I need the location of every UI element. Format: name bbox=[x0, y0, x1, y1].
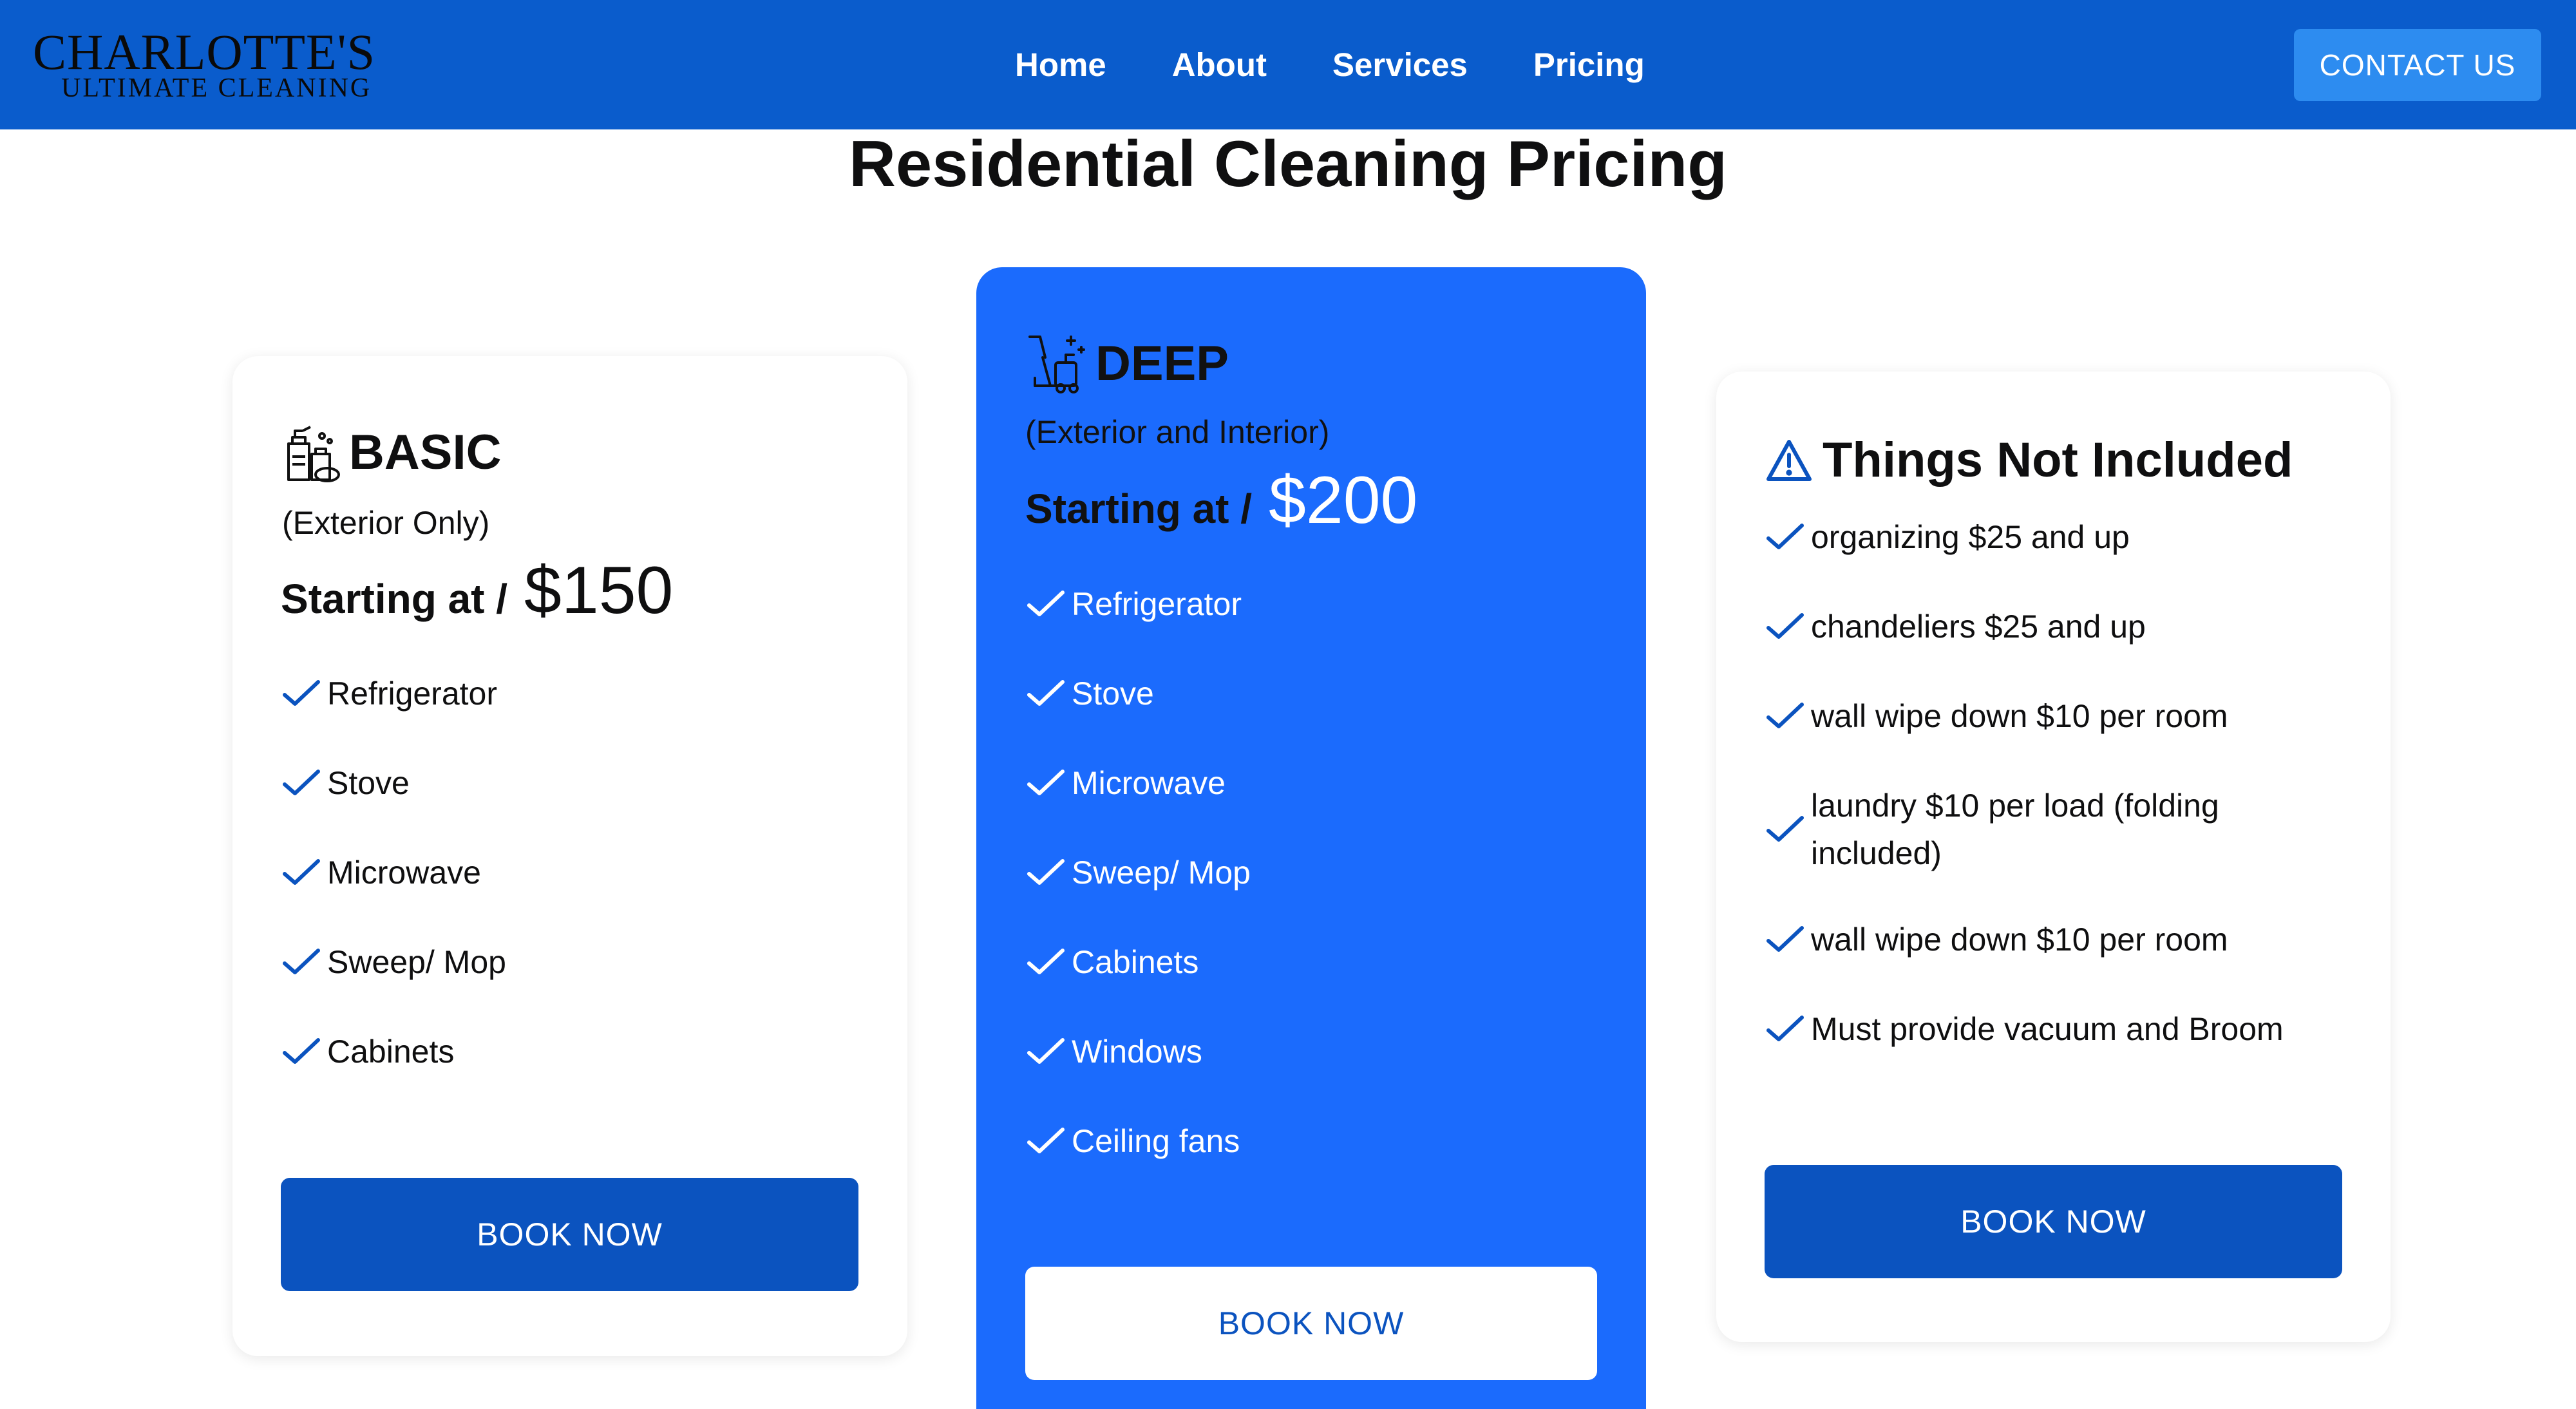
check-icon bbox=[283, 770, 320, 795]
check-icon bbox=[1766, 703, 1804, 728]
list-item: wall wipe down $10 per room bbox=[1765, 692, 2284, 740]
feature-item: Stove bbox=[281, 759, 506, 807]
deep-plan-name: DEEP bbox=[1095, 336, 1229, 391]
list-item: Must provide vacuum and Broom bbox=[1765, 1005, 2284, 1053]
feature-item: Stove bbox=[1025, 670, 1251, 717]
nav-pricing-link[interactable]: Pricing bbox=[1533, 46, 1645, 84]
feature-item: Ceiling fans bbox=[1025, 1117, 1251, 1165]
feature-label: Refrigerator bbox=[327, 676, 497, 712]
basic-price-label: Starting at / bbox=[281, 576, 508, 622]
check-icon bbox=[1766, 926, 1804, 952]
deep-price-row: Starting at / $200 bbox=[1025, 467, 1417, 534]
basic-card-header: BASIC bbox=[281, 421, 501, 485]
logo-title: CHARLOTTE'S bbox=[33, 24, 376, 80]
feature-item: Microwave bbox=[1025, 759, 1251, 807]
list-item: organizing $25 and up bbox=[1765, 513, 2284, 561]
feature-label: Ceiling fans bbox=[1072, 1123, 1240, 1159]
basic-price: $150 bbox=[524, 553, 674, 628]
page-title: Residential Cleaning Pricing bbox=[849, 128, 1727, 200]
nav-home-link[interactable]: Home bbox=[1015, 46, 1106, 84]
basic-book-now-button[interactable]: BOOK NOW bbox=[281, 1178, 858, 1291]
check-icon bbox=[1766, 1016, 1804, 1041]
item-label: wall wipe down $10 per room bbox=[1811, 698, 2228, 734]
nav-about-link[interactable]: About bbox=[1172, 46, 1267, 84]
not-included-card: Things Not Included organizing $25 and u… bbox=[1716, 372, 2391, 1342]
item-label: organizing $25 and up bbox=[1811, 519, 2130, 555]
item-label: Must provide vacuum and Broom bbox=[1811, 1011, 2284, 1047]
deep-price-label: Starting at / bbox=[1025, 486, 1253, 532]
feature-label: Sweep/ Mop bbox=[327, 944, 506, 980]
check-icon bbox=[283, 859, 320, 885]
deep-feature-list: Refrigerator Stove Microwave Sweep/ Mop … bbox=[1025, 580, 1251, 1165]
deep-book-now-button[interactable]: BOOK NOW bbox=[1025, 1267, 1597, 1380]
logo[interactable]: CHARLOTTE'S ULTIMATE CLEANING bbox=[33, 27, 375, 102]
basic-price-row: Starting at / $150 bbox=[281, 557, 673, 624]
check-icon bbox=[1027, 1128, 1065, 1153]
item-label: wall wipe down $10 per room bbox=[1811, 922, 2228, 958]
vacuum-cleaner-icon bbox=[1028, 336, 1085, 393]
feature-label: Stove bbox=[327, 765, 410, 801]
list-item: wall wipe down $10 per room bbox=[1765, 916, 2284, 963]
nav-services-link[interactable]: Services bbox=[1332, 46, 1468, 84]
check-icon bbox=[283, 949, 320, 974]
check-icon bbox=[1027, 1038, 1065, 1064]
contact-us-button[interactable]: CONTACT US bbox=[2294, 29, 2541, 101]
list-item: laundry $10 per load (folding included) bbox=[1765, 782, 2284, 877]
check-icon bbox=[1027, 949, 1065, 974]
basic-plan-subtitle: (Exterior Only) bbox=[282, 505, 490, 541]
feature-label: Cabinets bbox=[327, 1034, 455, 1070]
check-icon bbox=[283, 680, 320, 706]
feature-label: Microwave bbox=[327, 855, 481, 891]
feature-label: Stove bbox=[1072, 676, 1154, 712]
feature-label: Refrigerator bbox=[1072, 586, 1242, 622]
pricing-card-basic: BASIC (Exterior Only) Starting at / $150… bbox=[232, 356, 907, 1356]
not-included-book-now-button[interactable]: BOOK NOW bbox=[1765, 1165, 2342, 1278]
check-icon bbox=[1027, 591, 1065, 616]
feature-label: Windows bbox=[1072, 1034, 1202, 1070]
feature-item: Refrigerator bbox=[1025, 580, 1251, 628]
item-label: chandeliers $25 and up bbox=[1811, 609, 2146, 645]
check-icon bbox=[1766, 816, 1804, 842]
item-label: laundry $10 per load (folding included) bbox=[1811, 788, 2219, 871]
feature-item: Windows bbox=[1025, 1028, 1251, 1075]
top-navbar: CHARLOTTE'S ULTIMATE CLEANING Home About… bbox=[0, 0, 2576, 129]
cleaning-supplies-icon bbox=[287, 426, 340, 482]
list-item: chandeliers $25 and up bbox=[1765, 603, 2284, 650]
feature-label: Microwave bbox=[1072, 765, 1226, 801]
not-included-list: organizing $25 and up chandeliers $25 an… bbox=[1765, 513, 2284, 1053]
pricing-card-deep: DEEP (Exterior and Interior) Starting at… bbox=[976, 267, 1646, 1409]
feature-item: Sweep/ Mop bbox=[281, 938, 506, 986]
feature-item: Cabinets bbox=[281, 1028, 506, 1075]
deep-price: $200 bbox=[1269, 463, 1418, 538]
feature-item: Sweep/ Mop bbox=[1025, 849, 1251, 896]
feature-item: Refrigerator bbox=[281, 670, 506, 717]
check-icon bbox=[1027, 859, 1065, 885]
deep-plan-subtitle: (Exterior and Interior) bbox=[1025, 414, 1330, 450]
feature-label: Cabinets bbox=[1072, 944, 1199, 980]
feature-item: Microwave bbox=[281, 849, 506, 896]
basic-plan-name: BASIC bbox=[349, 425, 502, 480]
check-icon bbox=[1027, 770, 1065, 795]
nav-menu: Home About Services Pricing bbox=[1015, 46, 1645, 84]
check-icon bbox=[1766, 613, 1804, 639]
check-icon bbox=[1027, 680, 1065, 706]
warning-icon bbox=[1766, 440, 1812, 481]
feature-item: Cabinets bbox=[1025, 938, 1251, 986]
not-included-header: Things Not Included bbox=[1765, 435, 2293, 486]
check-icon bbox=[1766, 524, 1804, 549]
basic-feature-list: Refrigerator Stove Microwave Sweep/ Mop … bbox=[281, 670, 506, 1075]
check-icon bbox=[283, 1038, 320, 1064]
deep-card-header: DEEP bbox=[1025, 332, 1229, 396]
not-included-title: Things Not Included bbox=[1823, 433, 2293, 487]
feature-label: Sweep/ Mop bbox=[1072, 855, 1251, 891]
logo-subtitle: ULTIMATE CLEANING bbox=[61, 73, 372, 103]
